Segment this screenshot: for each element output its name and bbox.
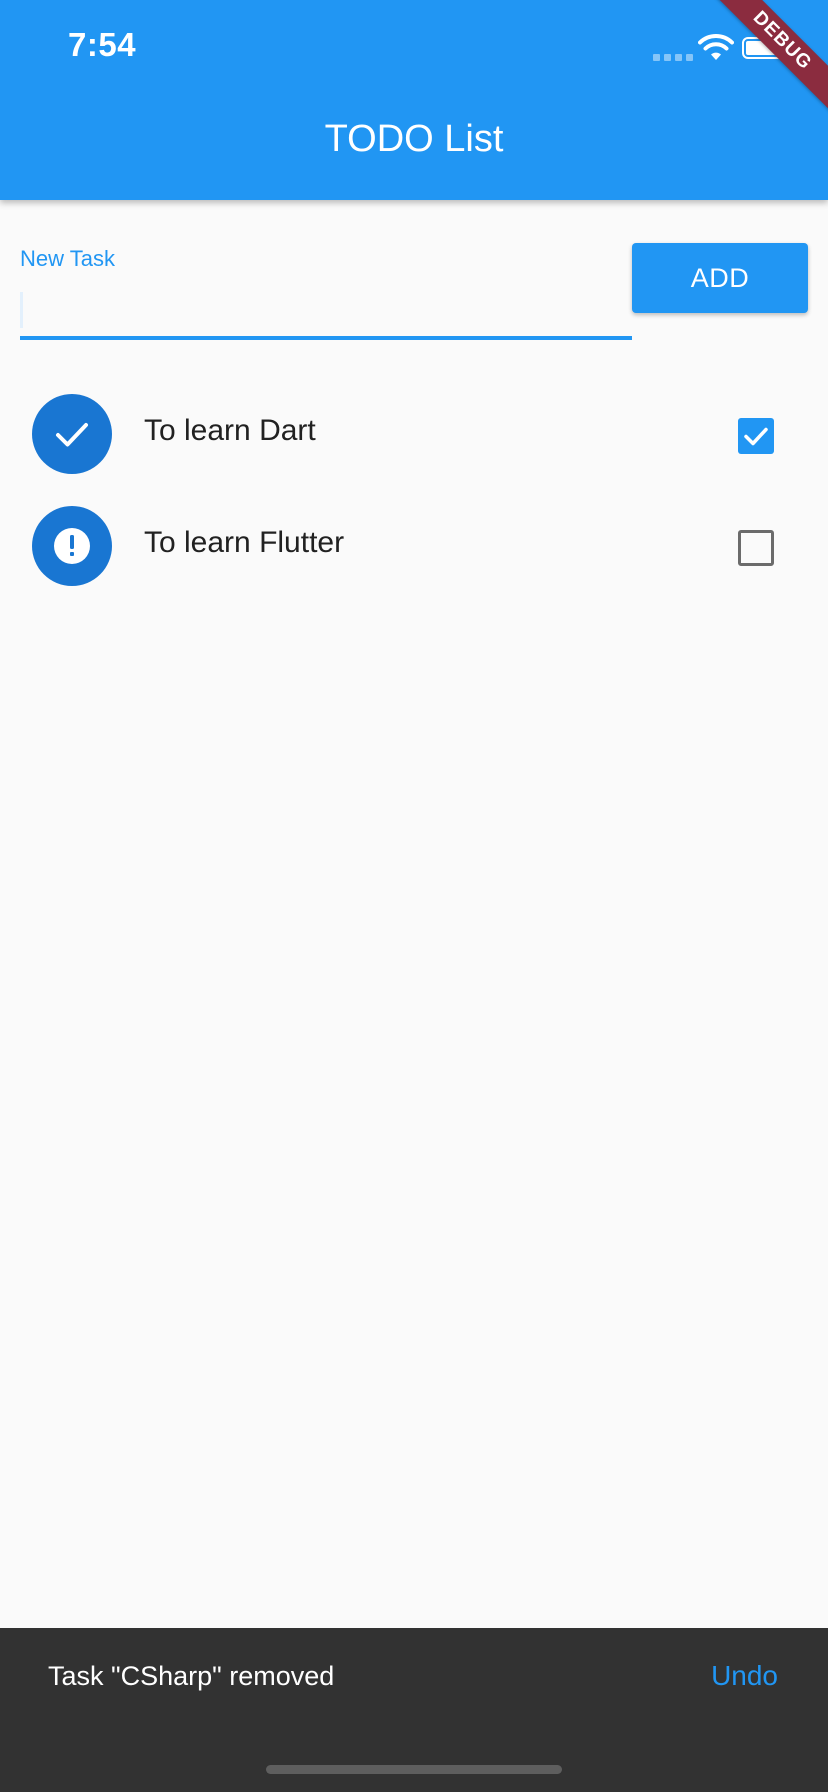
list-item[interactable]: To learn Flutter [0,490,828,602]
signal-icon [653,54,693,61]
task-checkbox[interactable] [738,530,774,566]
task-avatar [32,394,112,474]
add-button[interactable]: ADD [632,243,808,313]
list-item[interactable]: To learn Dart [0,378,828,490]
task-title: To learn Dart [144,414,316,447]
new-task-underline [20,336,632,340]
task-title: To learn Flutter [144,526,345,559]
wifi-icon [698,34,734,60]
snackbar-message: Task "CSharp" removed [48,1661,335,1691]
page-title: TODO List [324,118,504,160]
text-cursor [20,292,23,328]
task-checkbox[interactable] [738,418,774,454]
undo-button[interactable]: Undo [711,1660,778,1692]
new-task-label: New Task [20,246,115,271]
exclamation-icon [54,528,90,564]
home-indicator[interactable] [266,1765,562,1774]
status-time: 7:54 [68,26,137,63]
app-bar: 7:54 DEBUG TODO List [0,0,828,200]
check-icon [56,423,88,447]
new-task-field[interactable]: New Task [20,240,632,340]
task-avatar [32,506,112,586]
checkmark-icon [744,427,768,446]
new-task-input[interactable] [20,280,632,332]
